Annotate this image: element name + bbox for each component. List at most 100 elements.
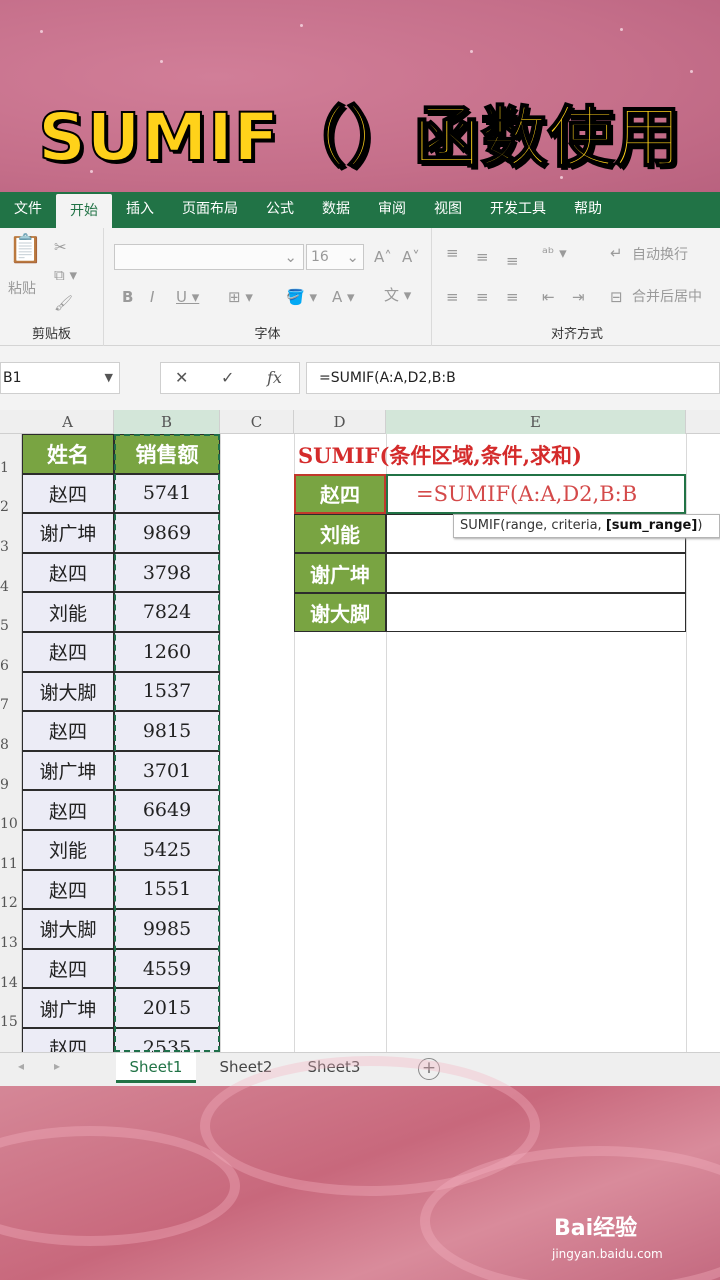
row-header-15[interactable]: 15 [0, 1014, 22, 1030]
row-header-1[interactable]: 1 [0, 460, 22, 476]
font-size-select[interactable]: 16 ⌄ [306, 244, 364, 270]
cut-icon[interactable]: ✂ [54, 238, 67, 256]
sales-cell[interactable]: 9985 [114, 909, 220, 949]
wrap-text-icon[interactable]: ↵ [610, 244, 623, 262]
header-sales-cell[interactable]: 销售额 [114, 434, 220, 474]
wrap-text-label[interactable]: 自动换行 [632, 246, 688, 264]
align-left-icon[interactable]: ≡ [446, 288, 459, 306]
font-name-select[interactable]: ⌄ [114, 244, 304, 270]
ribbon-tab-5[interactable]: 数据 [308, 192, 364, 228]
name-cell[interactable]: 谢广坤 [22, 750, 114, 791]
name-cell[interactable]: 赵四 [22, 790, 114, 830]
sales-cell[interactable]: 5741 [114, 473, 220, 514]
italic-icon[interactable]: I [150, 288, 154, 306]
row-header-7[interactable]: 7 [0, 697, 22, 713]
ribbon-tab-7[interactable]: 视图 [420, 192, 476, 228]
paste-icon[interactable]: 📋 [8, 235, 43, 263]
align-right-icon[interactable]: ≡ [506, 288, 519, 306]
sales-cell[interactable]: 2015 [114, 988, 220, 1028]
formula-input[interactable]: =SUMIF(A:A,D2,B:B [306, 362, 720, 394]
increase-indent-icon[interactable]: ⇥ [572, 288, 585, 306]
fill-color-icon[interactable]: 🪣 ▾ [286, 288, 317, 306]
paste-label[interactable]: 粘贴 [8, 280, 36, 298]
format-painter-icon[interactable]: 🖌 [54, 294, 73, 312]
row-header-3[interactable]: 3 [0, 539, 22, 555]
align-center-icon[interactable]: ≡ [476, 288, 489, 306]
ribbon-tab-0[interactable]: 文件 [0, 192, 56, 228]
ribbon-tab-3[interactable]: 页面布局 [168, 192, 252, 228]
enter-icon[interactable]: ✓ [221, 368, 234, 387]
sales-cell[interactable]: 5425 [114, 830, 220, 870]
row-header-11[interactable]: 11 [0, 856, 22, 872]
chevron-down-icon[interactable]: ▼ [105, 363, 113, 393]
column-header-c[interactable]: C [220, 410, 294, 434]
name-cell[interactable]: 赵四 [22, 632, 114, 672]
column-header-d[interactable]: D [294, 410, 386, 434]
lookup-name-cell[interactable]: 赵四 [294, 474, 386, 514]
lookup-name-cell[interactable]: 谢大脚 [294, 592, 386, 633]
column-header-e[interactable]: E [386, 410, 686, 434]
sales-cell[interactable]: 9815 [114, 711, 220, 751]
ribbon-tab-6[interactable]: 审阅 [364, 192, 420, 228]
name-box[interactable]: B1 ▼ [0, 362, 120, 394]
orientation-icon[interactable]: ᵃᵇ ▾ [542, 244, 567, 262]
ribbon-tab-8[interactable]: 开发工具 [476, 192, 560, 228]
row-header-2[interactable]: 2 [0, 499, 22, 515]
row-header-8[interactable]: 8 [0, 737, 22, 753]
align-top-icon[interactable]: ≡ [446, 244, 459, 262]
sales-cell[interactable]: 1537 [114, 671, 220, 712]
name-cell[interactable]: 赵四 [22, 711, 114, 751]
name-cell[interactable]: 赵四 [22, 552, 114, 593]
lookup-name-cell[interactable]: 谢广坤 [294, 553, 386, 593]
name-cell[interactable]: 谢广坤 [22, 513, 114, 553]
cancel-icon[interactable]: ✕ [175, 368, 188, 387]
result-cell[interactable] [386, 592, 686, 633]
sheet-tab-sheet1[interactable]: Sheet1 [116, 1053, 196, 1083]
lookup-name-cell[interactable]: 刘能 [294, 513, 386, 554]
result-cell[interactable] [386, 553, 686, 593]
prev-sheet-icon[interactable]: ◂ [18, 1059, 24, 1073]
shrink-font-icon[interactable]: A˅ [402, 248, 420, 266]
sales-cell[interactable]: 2535 [114, 1028, 220, 1052]
font-color-icon[interactable]: A ▾ [332, 288, 355, 306]
ribbon-tab-9[interactable]: 帮助 [560, 192, 616, 228]
copy-icon[interactable]: ⧉ ▾ [54, 266, 77, 284]
row-header-12[interactable]: 12 [0, 895, 22, 911]
function-icon[interactable]: fx [267, 368, 282, 387]
align-middle-icon[interactable]: ≡ [476, 248, 489, 266]
ribbon-tab-2[interactable]: 插入 [112, 192, 168, 228]
decrease-indent-icon[interactable]: ⇤ [542, 288, 555, 306]
sales-cell[interactable]: 4559 [114, 948, 220, 989]
name-cell[interactable]: 刘能 [22, 830, 114, 870]
align-bottom-icon[interactable]: ≡ [506, 252, 519, 270]
name-cell[interactable]: 赵四 [22, 473, 114, 514]
name-cell[interactable]: 赵四 [22, 869, 114, 910]
underline-icon[interactable]: U ▾ [176, 288, 199, 306]
row-header-6[interactable]: 6 [0, 658, 22, 674]
row-header-4[interactable]: 4 [0, 579, 22, 595]
name-cell[interactable]: 谢大脚 [22, 909, 114, 949]
name-cell[interactable]: 谢大脚 [22, 671, 114, 712]
name-cell[interactable]: 赵四 [22, 1028, 114, 1052]
sales-cell[interactable]: 6649 [114, 790, 220, 830]
row-header-9[interactable]: 9 [0, 777, 22, 793]
sales-cell[interactable]: 1551 [114, 869, 220, 910]
next-sheet-icon[interactable]: ▸ [54, 1059, 60, 1073]
row-header-13[interactable]: 13 [0, 935, 22, 951]
merge-center-icon[interactable]: ⊟ [610, 288, 623, 306]
sales-cell[interactable]: 9869 [114, 513, 220, 553]
name-cell[interactable]: 刘能 [22, 592, 114, 632]
row-header-5[interactable]: 5 [0, 618, 22, 634]
phonetic-icon[interactable]: 文 ▾ [384, 286, 411, 304]
row-header-14[interactable]: 14 [0, 975, 22, 991]
sales-cell[interactable]: 3798 [114, 552, 220, 593]
sales-cell[interactable]: 7824 [114, 592, 220, 632]
name-cell[interactable]: 赵四 [22, 948, 114, 989]
name-cell[interactable]: 谢广坤 [22, 988, 114, 1028]
ribbon-tab-1[interactable]: 开始 [56, 194, 112, 228]
border-icon[interactable]: ⊞ ▾ [228, 288, 253, 306]
column-header-b[interactable]: B [114, 410, 220, 434]
header-name-cell[interactable]: 姓名 [22, 434, 114, 474]
sales-cell[interactable]: 1260 [114, 632, 220, 672]
sales-cell[interactable]: 3701 [114, 750, 220, 791]
